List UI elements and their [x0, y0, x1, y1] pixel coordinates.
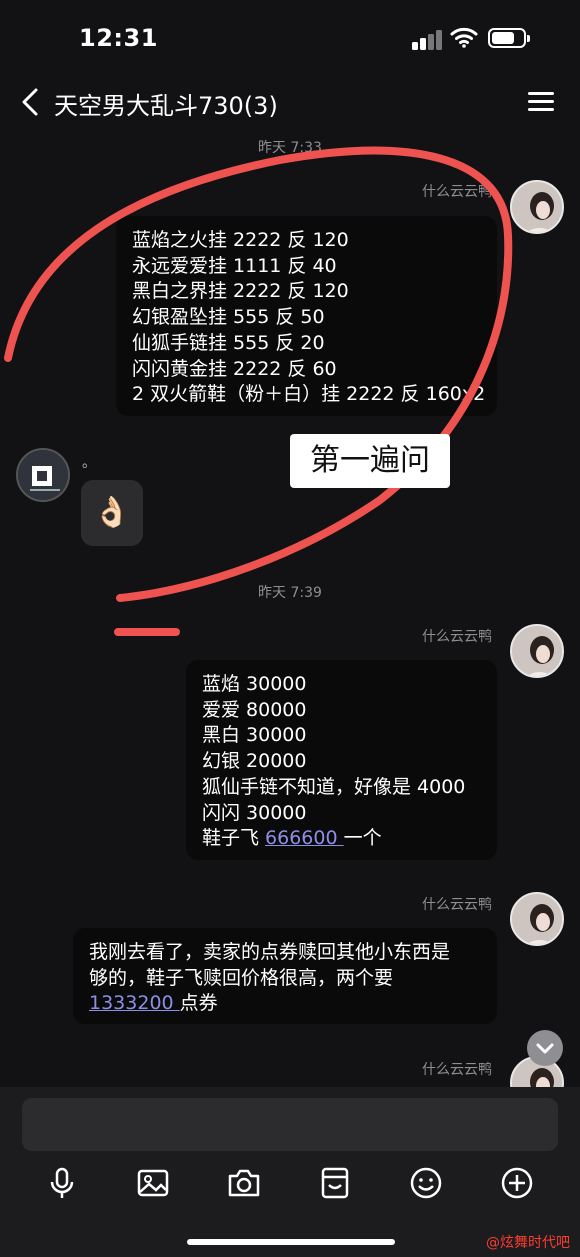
- wifi-icon: [450, 27, 478, 48]
- timestamp: 昨天 7:39: [258, 585, 322, 601]
- battery-icon: [488, 28, 530, 48]
- message-line: 够的，鞋子飞赎回价格很高，两个要: [89, 966, 394, 989]
- message-bubble[interactable]: 我刚去看了，卖家的点券赎回其他小东西是 够的，鞋子飞赎回价格很高，两个要 133…: [73, 928, 497, 1024]
- status-time: 12:31: [79, 24, 158, 52]
- message-text: 点券: [179, 992, 218, 1015]
- status-bar: 12:31: [0, 0, 580, 72]
- message-line: 仙狐手链挂 555 反 20: [132, 331, 325, 354]
- message-bubble[interactable]: 蓝焰 30000 爱爱 80000 黑白 30000 幻银 20000 狐仙手链…: [186, 660, 497, 860]
- plus-icon[interactable]: [499, 1165, 535, 1201]
- message-line: 黑白 30000: [202, 724, 307, 747]
- sender-name: 。: [82, 455, 96, 471]
- microphone-icon[interactable]: [44, 1165, 80, 1201]
- message-text: 一个: [343, 827, 382, 850]
- message-line: 2 双火箭鞋（粉＋白）挂 2222 反 160x2: [132, 383, 486, 406]
- avatar[interactable]: [16, 448, 70, 502]
- avatar[interactable]: [510, 624, 564, 678]
- message-line: 爱爱 80000: [202, 698, 307, 721]
- image-icon[interactable]: [135, 1165, 171, 1201]
- scroll-down-button[interactable]: [527, 1030, 563, 1066]
- emoji-icon[interactable]: [408, 1165, 444, 1201]
- sender-name: 什么云云鸭: [422, 629, 492, 645]
- emoji-bubble[interactable]: 👌🏻: [81, 480, 143, 546]
- message-bubble[interactable]: 蓝焰之火挂 2222 反 120 永远爱爱挂 1111 反 40 黑白之界挂 2…: [116, 216, 497, 416]
- back-icon[interactable]: [16, 86, 44, 118]
- message-line: 我刚去看了，卖家的点券赎回其他小东西是: [89, 941, 451, 963]
- message-line: 永远爱爱挂 1111 反 40: [132, 254, 337, 277]
- timestamp: 昨天 7:33: [258, 140, 322, 156]
- message-line: 狐仙手链不知道，好像是 4000: [202, 775, 466, 798]
- home-indicator: [187, 1239, 395, 1245]
- message-line: 幻银 20000: [202, 750, 307, 773]
- message-line: 闪闪 30000: [202, 801, 307, 824]
- signal-icon: [412, 30, 442, 50]
- sender-name: 什么云云鸭: [422, 1062, 492, 1078]
- message-line: 黑白之界挂 2222 反 120: [132, 280, 349, 303]
- chevron-down-icon: [536, 1043, 554, 1054]
- sender-name: 什么云云鸭: [422, 184, 492, 200]
- number-link[interactable]: 1333200: [89, 992, 180, 1014]
- message-text: 鞋子飞: [202, 827, 266, 850]
- message-line: 蓝焰 30000: [202, 673, 307, 695]
- menu-icon[interactable]: [528, 92, 554, 112]
- sticker-icon[interactable]: [317, 1165, 353, 1201]
- message-line: 幻银盈坠挂 555 反 50: [132, 306, 325, 329]
- avatar[interactable]: [510, 180, 564, 234]
- watermark: @炫舞时代吧: [486, 1235, 570, 1251]
- number-link[interactable]: 666600: [265, 827, 344, 849]
- message-line: 鞋子飞 666600 一个: [202, 826, 481, 852]
- sender-name: 什么云云鸭: [422, 897, 492, 913]
- message-line: 1333200 点券: [89, 991, 481, 1017]
- chat-header: 天空男大乱斗730(3): [0, 72, 580, 132]
- avatar[interactable]: [510, 892, 564, 946]
- input-area: @炫舞时代吧: [0, 1087, 580, 1257]
- camera-icon[interactable]: [226, 1165, 262, 1201]
- message-list[interactable]: 昨天 7:33 什么云云鸭 蓝焰之火挂 2222 反 120 永远爱爱挂 111…: [0, 132, 580, 1087]
- chat-title: 天空男大乱斗730(3): [54, 92, 278, 120]
- message-line: 蓝焰之火挂 2222 反 120: [132, 229, 349, 251]
- annotation-label: 第一遍问: [290, 434, 450, 488]
- message-input[interactable]: [22, 1098, 558, 1151]
- message-line: 闪闪黄金挂 2222 反 60: [132, 357, 337, 380]
